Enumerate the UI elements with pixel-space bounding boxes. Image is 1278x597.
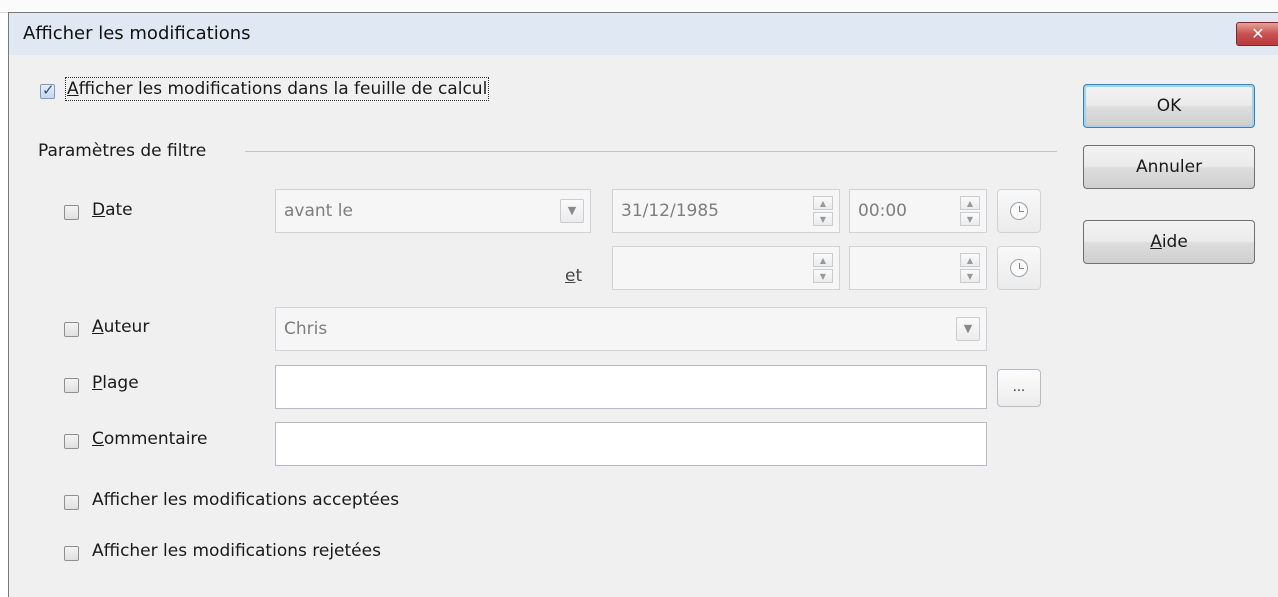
- dialog-titlebar: Afficher les modifications ✕: [9, 13, 1278, 55]
- date-checkbox[interactable]: [64, 205, 79, 220]
- time2-spin-arrows-icon[interactable]: ▲ ▼: [960, 253, 980, 283]
- check-icon: ✓: [42, 81, 55, 99]
- comment-label[interactable]: Commentaire: [92, 429, 208, 449]
- show-rejected-label[interactable]: Afficher les modifications rejetées: [92, 541, 381, 561]
- comment-input[interactable]: [275, 422, 987, 466]
- show-changes-dialog: Afficher les modifications ✕ ✓ Afficher …: [8, 12, 1278, 597]
- filter-section-separator: [245, 151, 1057, 152]
- show-accepted-checkbox[interactable]: [64, 495, 79, 510]
- set-current-time-button[interactable]: [997, 189, 1041, 233]
- date-field[interactable]: 31/12/1985 ▲ ▼: [612, 189, 840, 233]
- range-input[interactable]: [275, 365, 987, 409]
- dialog-title: Afficher les modifications: [23, 23, 251, 44]
- ok-button[interactable]: OK: [1083, 84, 1255, 128]
- range-label[interactable]: Plage: [92, 373, 139, 393]
- range-checkbox[interactable]: [64, 378, 79, 393]
- author-label[interactable]: Auteur: [92, 317, 149, 337]
- date2-spin-arrows-icon[interactable]: ▲ ▼: [813, 253, 833, 283]
- chevron-down-icon[interactable]: ▼: [956, 317, 980, 341]
- author-checkbox[interactable]: [64, 322, 79, 337]
- ellipsis-icon: ...: [1012, 380, 1026, 395]
- chevron-down-icon[interactable]: ▼: [560, 199, 584, 223]
- help-button[interactable]: Aide: [1083, 220, 1255, 264]
- set-current-time2-button[interactable]: [997, 246, 1041, 290]
- close-icon: ✕: [1251, 24, 1265, 43]
- time-field[interactable]: 00:00 ▲ ▼: [849, 189, 987, 233]
- date-condition-select[interactable]: avant le ▼: [275, 189, 591, 233]
- show-rejected-checkbox[interactable]: [64, 546, 79, 561]
- show-changes-label[interactable]: Afficher les modifications dans la feuil…: [64, 77, 490, 101]
- time-value: 00:00: [858, 201, 907, 221]
- time2-field[interactable]: ▲ ▼: [849, 246, 987, 290]
- author-value: Chris: [284, 319, 328, 339]
- date-spin-arrows-icon[interactable]: ▲ ▼: [813, 196, 833, 226]
- range-select-button[interactable]: ...: [997, 369, 1041, 407]
- time-spin-arrows-icon[interactable]: ▲ ▼: [960, 196, 980, 226]
- show-accepted-label[interactable]: Afficher les modifications acceptées: [92, 490, 399, 510]
- date-value: 31/12/1985: [621, 201, 719, 221]
- date-label[interactable]: Date: [92, 200, 133, 220]
- close-button[interactable]: ✕: [1236, 22, 1278, 46]
- comment-checkbox[interactable]: [64, 434, 79, 449]
- show-changes-checkbox[interactable]: ✓: [40, 81, 55, 99]
- date-condition-value: avant le: [284, 201, 353, 221]
- clock-icon: [1010, 259, 1028, 277]
- and-label: et: [565, 266, 583, 286]
- filter-section-title: Paramètres de filtre: [38, 141, 207, 161]
- cancel-button[interactable]: Annuler: [1083, 145, 1255, 189]
- clock-icon: [1010, 202, 1028, 220]
- author-select[interactable]: Chris ▼: [275, 307, 987, 351]
- date2-field[interactable]: ▲ ▼: [612, 246, 840, 290]
